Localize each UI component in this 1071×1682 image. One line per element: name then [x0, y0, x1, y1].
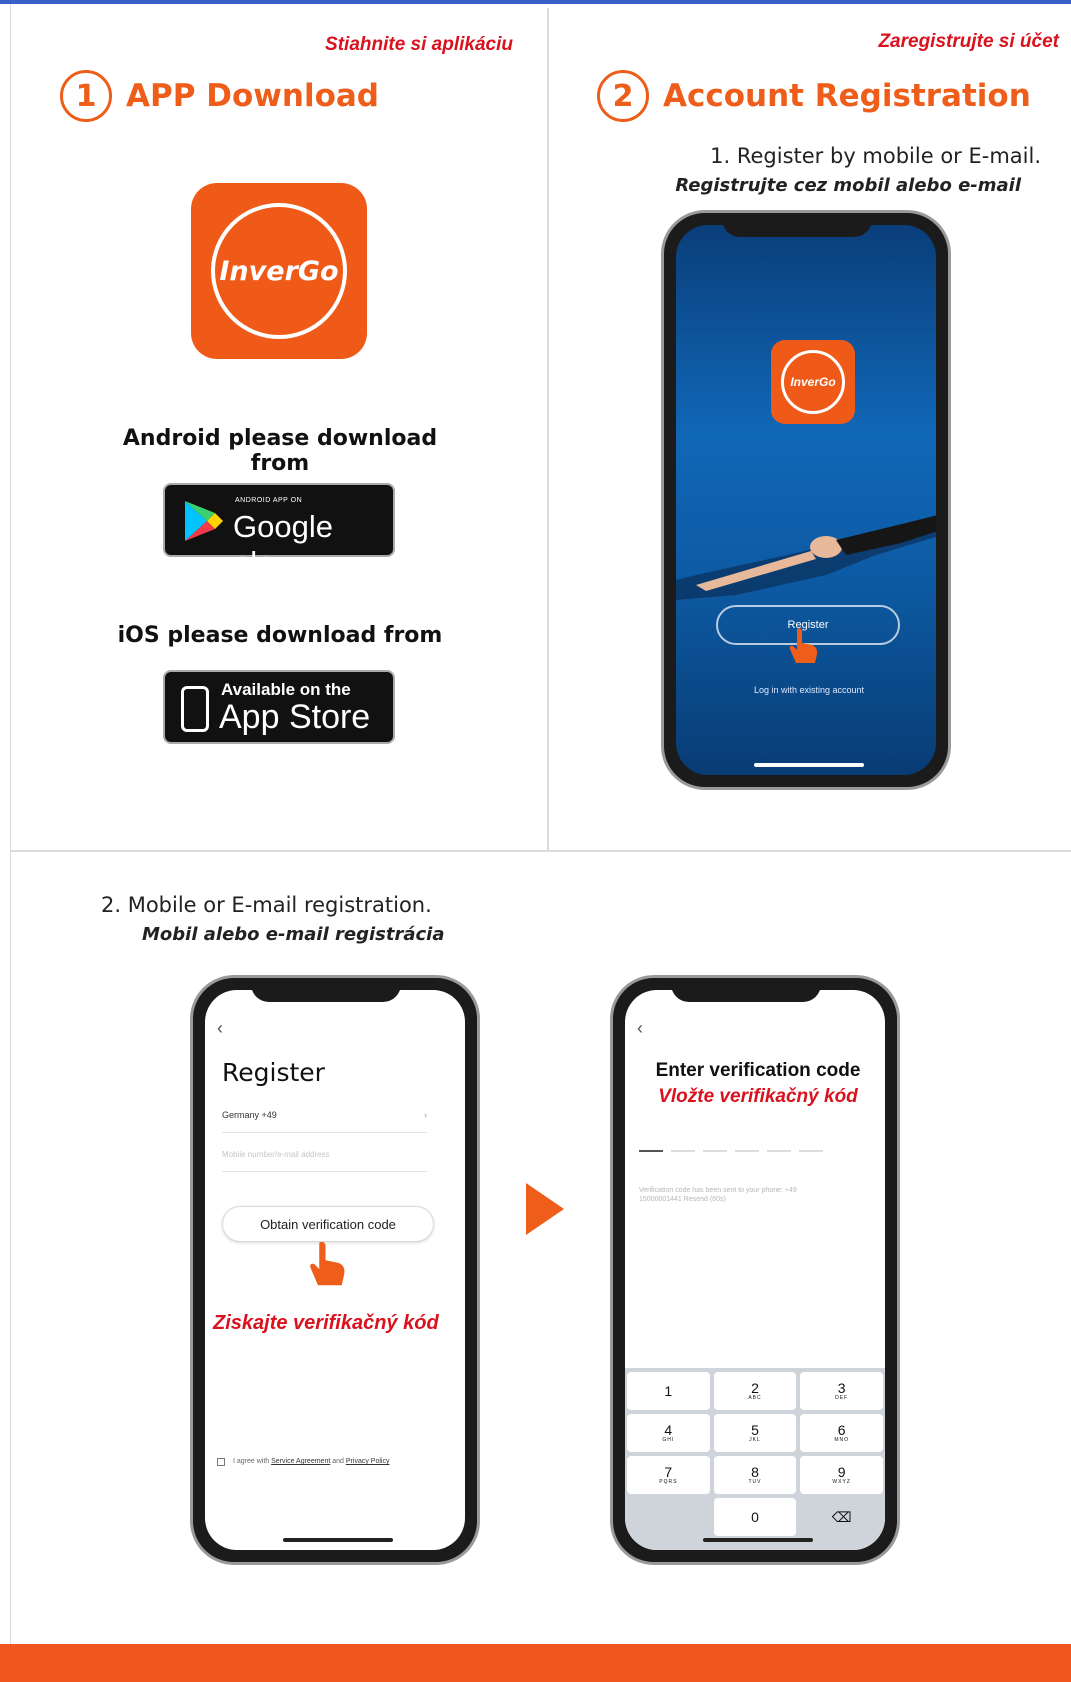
instruction-1-sk: Registrujte cez mobil alebo e-mail	[675, 175, 1021, 196]
keypad-key[interactable]: 9 WXYZ	[800, 1456, 883, 1494]
obtain-verification-code-button[interactable]: Obtain verification code	[222, 1206, 434, 1242]
keypad-key[interactable]: 8 TUV	[713, 1456, 797, 1494]
delete-key-icon[interactable]: ⌫	[800, 1498, 883, 1536]
phone-notch	[722, 213, 872, 237]
country-value: Germany +49	[222, 1110, 277, 1120]
keypad-key[interactable]: 5 JKL	[713, 1414, 797, 1452]
register-title: Register	[222, 1058, 325, 1087]
phone-welcome-screen: InverGo Register Log in with existing ac…	[661, 210, 951, 790]
instruction-2-sk: Mobil alebo e-mail registrácia	[142, 924, 445, 945]
horizontal-divider	[10, 850, 1071, 852]
keypad-key[interactable]: 2 ABC	[713, 1372, 797, 1410]
verification-title: Enter verification code	[655, 1060, 861, 1081]
privacy-policy-link[interactable]: Privacy Policy	[346, 1458, 390, 1465]
step1-subtitle-sk: Stiahnite si aplikáciu	[325, 34, 513, 55]
home-indicator	[283, 1538, 393, 1542]
phone-notch	[251, 978, 401, 1002]
frame-border	[10, 4, 11, 1644]
step2-subtitle-sk: Zaregistrujte si účet	[878, 31, 1059, 52]
phone-notch	[671, 978, 821, 1002]
step1-number: 1	[60, 70, 112, 122]
home-indicator	[754, 763, 864, 767]
google-play-badge[interactable]: ANDROID APP ON Google play	[163, 483, 395, 580]
verification-code-input[interactable]	[639, 1150, 823, 1152]
phone-email-input[interactable]: Mobile number/e-mail address	[222, 1150, 427, 1172]
keypad-key	[627, 1498, 710, 1536]
app-store-badge[interactable]: Available on the App Store	[163, 670, 395, 744]
back-icon[interactable]: ‹	[217, 1018, 223, 1039]
app-store-small-text: Available on the	[221, 680, 351, 699]
back-icon[interactable]: ‹	[637, 1018, 643, 1039]
iphone-icon	[181, 686, 209, 732]
footer-bar	[0, 1644, 1071, 1682]
keypad-key[interactable]: 0	[713, 1498, 797, 1536]
invergo-app-icon: InverGo	[191, 183, 367, 359]
app-store-text: App Store	[219, 698, 371, 736]
phone-verification-screen: ‹ Enter verification code Vložte verifik…	[610, 975, 900, 1565]
numeric-keypad: 1 2 ABC 3 DEF 4 GHI 5 JKL 6 MNO 7 PQRS 8 TUV 9 WXYZ 0 ⌫	[625, 1368, 885, 1550]
login-existing-link[interactable]: Log in with existing account	[676, 685, 936, 695]
google-play-icon	[185, 501, 223, 541]
country-selector[interactable]: Germany +49 ›	[222, 1110, 427, 1133]
phone-register-screen: ‹ Register Germany +49 › Mobile number/e…	[190, 975, 480, 1565]
agreement-text: I agree with Service Agreement and Priva…	[217, 1456, 418, 1467]
android-download-label: Android please download from	[122, 426, 438, 476]
app-icon-label: InverGo	[219, 255, 339, 287]
keypad-key[interactable]: 4 GHI	[627, 1414, 710, 1452]
keypad-key[interactable]: 7 PQRS	[627, 1456, 710, 1494]
step2-title: Account Registration	[663, 78, 1031, 114]
step1-title: APP Download	[126, 78, 379, 114]
app-icon-small-label: InverGo	[781, 350, 845, 414]
ios-download-label: iOS please download from	[117, 623, 443, 648]
arrow-right-icon	[526, 1183, 564, 1235]
google-play-small-text: ANDROID APP ON	[235, 497, 303, 504]
step2-heading: 2 Account Registration	[597, 70, 1031, 122]
keypad-key[interactable]: 1	[627, 1372, 710, 1410]
instruction-1: 1. Register by mobile or E-mail.	[710, 144, 1041, 168]
top-border	[0, 0, 1071, 4]
swimmer-illustration	[676, 515, 936, 600]
step2-number: 2	[597, 70, 649, 122]
home-indicator	[703, 1538, 813, 1542]
keypad-key[interactable]: 3 DEF	[800, 1372, 883, 1410]
hand-pointer-icon	[310, 1241, 345, 1286]
hand-pointer-icon	[789, 628, 818, 663]
step1-heading: 1 APP Download	[60, 70, 379, 122]
obtain-code-sk: Ziskajte verifikačný kód	[213, 1312, 439, 1334]
invergo-app-icon-small: InverGo	[771, 340, 855, 424]
verification-title-sk: Vložte verifikačný kód	[658, 1086, 858, 1107]
google-play-text: Google play	[233, 509, 333, 580]
chevron-right-icon: ›	[424, 1110, 427, 1120]
agreement-checkbox[interactable]	[217, 1458, 225, 1466]
service-agreement-link[interactable]: Service Agreement	[271, 1458, 330, 1465]
keypad-key[interactable]: 6 MNO	[800, 1414, 883, 1452]
vertical-divider	[547, 8, 549, 852]
verification-note: Verification code has been sent to your …	[639, 1187, 797, 1203]
instruction-2: 2. Mobile or E-mail registration.	[101, 893, 432, 917]
